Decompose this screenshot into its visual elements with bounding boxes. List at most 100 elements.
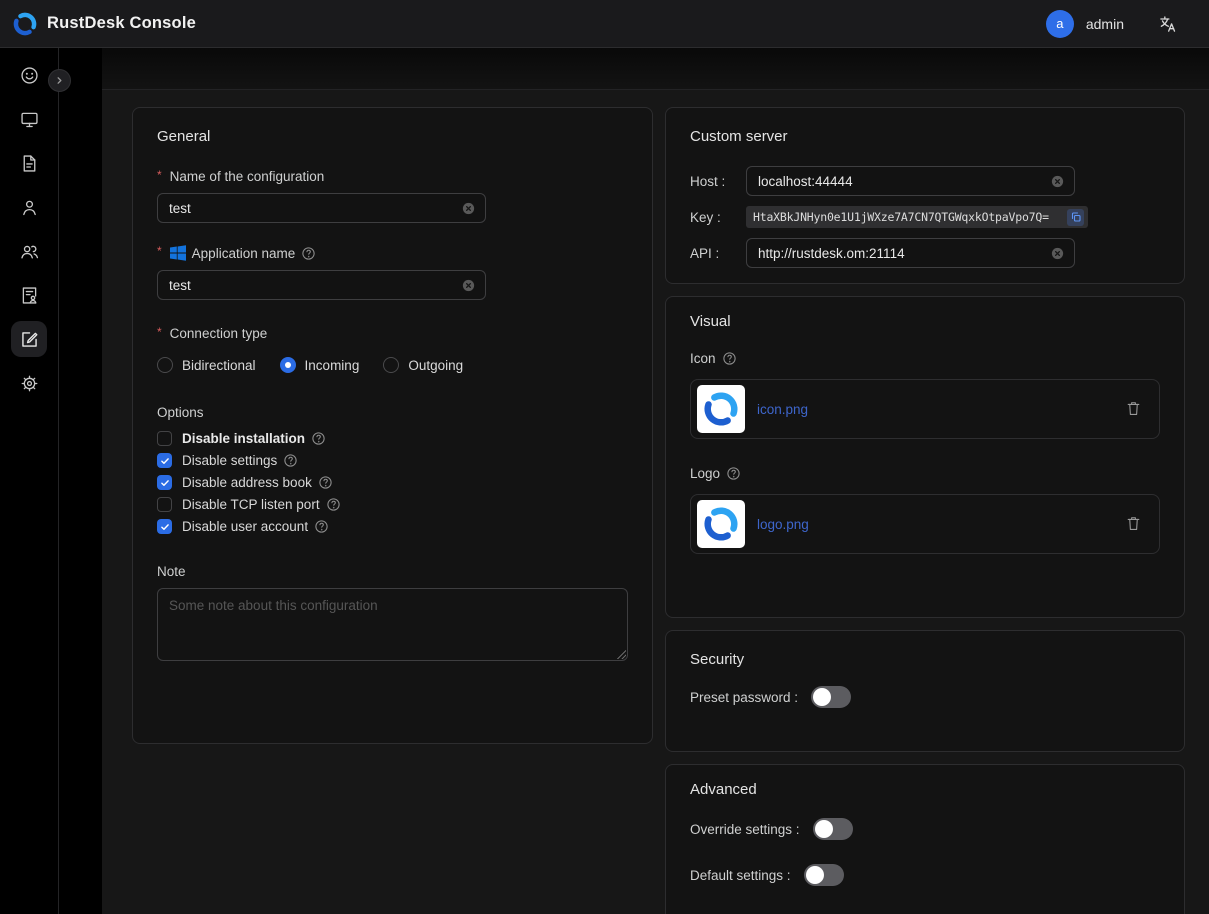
api-row: API : (690, 238, 1160, 268)
help-icon[interactable] (726, 466, 741, 481)
user-name[interactable]: admin (1086, 16, 1124, 32)
delete-icon[interactable] (1126, 400, 1142, 418)
note-label: Note (157, 564, 628, 579)
help-icon[interactable] (283, 453, 298, 468)
radio-circle[interactable] (383, 357, 399, 373)
sidebar-item-users[interactable] (11, 189, 47, 225)
app-name-label: * Application name (157, 245, 628, 261)
chevron-right-icon (53, 74, 66, 87)
note-textarea[interactable] (157, 588, 628, 661)
required-asterisk: * (157, 168, 162, 182)
required-asterisk: * (157, 325, 162, 339)
help-icon[interactable] (722, 351, 737, 366)
options-label: Options (157, 405, 628, 420)
api-label: API : (690, 246, 742, 261)
default-settings-label: Default settings : (690, 868, 791, 883)
checkbox[interactable] (157, 475, 172, 490)
advanced-panel: Advanced Override settings : Default set… (665, 764, 1185, 914)
preset-password-row: Preset password : (690, 686, 1160, 708)
logo-label: Logo (690, 466, 1160, 481)
person-icon (19, 197, 40, 218)
main-content: General * Name of the configuration * (102, 90, 1209, 914)
key-value: HtaXBkJNHyn0e1U1jWXze7A7CN7QTGWqxkOtpaVp… (753, 210, 1067, 224)
user-avatar[interactable]: a (1046, 10, 1074, 38)
api-input[interactable] (747, 239, 1074, 267)
icon-label: Icon (690, 351, 1160, 366)
top-bar: RustDesk Console a admin (0, 0, 1209, 48)
override-settings-toggle[interactable] (813, 818, 853, 840)
help-icon[interactable] (318, 475, 333, 490)
preset-password-label: Preset password : (690, 690, 798, 705)
help-icon[interactable] (314, 519, 329, 534)
app-title: RustDesk Console (47, 14, 196, 33)
override-settings-row: Override settings : (690, 818, 1160, 840)
icon-thumbnail (697, 385, 745, 433)
api-field (746, 238, 1075, 268)
app-name-field (157, 270, 486, 300)
option-disable-user-account[interactable]: Disable user account (157, 519, 628, 534)
visual-panel: Visual Icon icon.png (665, 296, 1185, 618)
config-name-input[interactable] (158, 194, 485, 222)
clear-icon[interactable] (1050, 174, 1065, 189)
checkbox[interactable] (157, 519, 172, 534)
preset-password-toggle[interactable] (811, 686, 851, 708)
help-icon[interactable] (311, 431, 326, 446)
host-input[interactable] (747, 167, 1074, 195)
language-switch-icon[interactable] (1158, 14, 1178, 34)
required-asterisk: * (157, 244, 162, 258)
logo-thumbnail (697, 500, 745, 548)
option-disable-address-book[interactable]: Disable address book (157, 475, 628, 490)
config-name-label: * Name of the configuration (157, 169, 628, 184)
copy-icon[interactable] (1067, 209, 1084, 226)
option-disable-tcp-listen-port[interactable]: Disable TCP listen port (157, 497, 628, 512)
connection-type-label: * Connection type (157, 326, 628, 341)
override-settings-label: Override settings : (690, 822, 800, 837)
radio-circle[interactable] (280, 357, 296, 373)
app-name-input[interactable] (158, 271, 485, 299)
custom-server-panel: Custom server Host : Key : HtaXBkJNHyn0e… (665, 107, 1185, 284)
icon-file-card: icon.png (690, 379, 1160, 439)
help-icon[interactable] (301, 246, 316, 261)
checkbox[interactable] (157, 453, 172, 468)
clear-icon[interactable] (1050, 246, 1065, 261)
sidebar-item-custom-clients[interactable] (11, 321, 47, 357)
config-name-field (157, 193, 486, 223)
option-disable-installation[interactable]: Disable installation (157, 431, 628, 446)
default-settings-row: Default settings : (690, 864, 1160, 886)
radio-outgoing[interactable]: Outgoing (383, 357, 463, 373)
clear-icon[interactable] (461, 278, 476, 293)
sidebar-item-settings[interactable] (11, 365, 47, 401)
delete-icon[interactable] (1126, 515, 1142, 533)
checkbox[interactable] (157, 497, 172, 512)
visual-title: Visual (690, 313, 1160, 330)
gear-icon (19, 373, 40, 394)
checkbox[interactable] (157, 431, 172, 446)
key-row: Key : HtaXBkJNHyn0e1U1jWXze7A7CN7QTGWqxk… (690, 206, 1160, 228)
radio-incoming[interactable]: Incoming (280, 357, 360, 373)
sidebar-item-devices[interactable] (11, 101, 47, 137)
clear-icon[interactable] (461, 201, 476, 216)
general-title: General (157, 128, 628, 145)
logo-file-link[interactable]: logo.png (757, 517, 1126, 532)
sidebar-item-audit[interactable] (11, 145, 47, 181)
general-panel: General * Name of the configuration * (132, 107, 653, 744)
help-icon[interactable] (326, 497, 341, 512)
security-title: Security (690, 651, 1160, 668)
radio-bidirectional[interactable]: Bidirectional (157, 357, 256, 373)
host-field (746, 166, 1075, 196)
sidebar-item-dashboard[interactable] (11, 57, 47, 93)
default-settings-toggle[interactable] (804, 864, 844, 886)
option-disable-settings[interactable]: Disable settings (157, 453, 628, 468)
sidebar-item-groups[interactable] (11, 233, 47, 269)
sidebar-expand-button[interactable] (48, 69, 71, 92)
smiley-icon (19, 65, 40, 86)
brand: RustDesk Console (12, 11, 196, 37)
host-label: Host : (690, 174, 742, 189)
radio-circle[interactable] (157, 357, 173, 373)
icon-file-link[interactable]: icon.png (757, 402, 1126, 417)
edit-icon (19, 329, 40, 350)
security-panel: Security Preset password : (665, 630, 1185, 752)
content-header-strip (102, 48, 1209, 90)
sidebar-item-address-books[interactable] (11, 277, 47, 313)
key-label: Key : (690, 210, 742, 225)
